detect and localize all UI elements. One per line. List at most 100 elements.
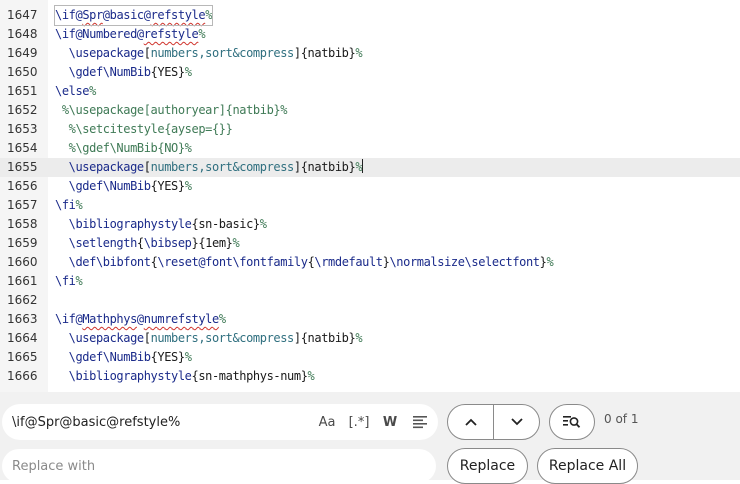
line-number: 1664 — [7, 331, 38, 345]
code-token: {YES} — [150, 179, 186, 193]
selection-lines-icon — [413, 416, 427, 429]
line-number: 1657 — [7, 198, 38, 212]
line-number: 1665 — [7, 350, 38, 364]
code-token: \NumBib — [102, 179, 151, 193]
code-token: \gdef — [68, 179, 104, 193]
code-token: \if@ — [55, 8, 83, 22]
code-token: %\usepackage[authoryear]{natbib}% — [55, 103, 288, 117]
code-line[interactable]: 1651 \else% — [0, 82, 740, 101]
replace-all-button[interactable]: Replace All — [537, 448, 638, 484]
code-token: [ — [143, 46, 151, 60]
search-all-button[interactable] — [549, 404, 595, 440]
code-token: \rmdefault — [314, 255, 383, 269]
code-token: % — [355, 331, 363, 345]
line-number: 1647 — [7, 8, 38, 22]
code-token: \selectfont — [464, 255, 540, 269]
code-token: \else — [55, 84, 90, 98]
code-token: \if@Numbered@ — [55, 27, 144, 41]
line-number: 1663 — [7, 312, 38, 326]
line-number: 1661 — [7, 274, 38, 288]
replace-input[interactable] — [12, 449, 412, 483]
code-token: }{1em} — [191, 236, 233, 250]
code-token: {YES} — [150, 350, 186, 364]
code-token: \gdef — [68, 65, 104, 79]
replace-input-container — [2, 449, 436, 483]
code-token: @ — [136, 312, 144, 326]
code-line[interactable]: 1664 \usepackage[numbers,sort&compress]{… — [0, 329, 740, 348]
replace-button[interactable]: Replace — [447, 448, 528, 484]
whole-word-toggle[interactable]: W — [378, 410, 402, 434]
code-token: \fi — [55, 274, 76, 288]
code-token: % — [184, 65, 192, 79]
code-text: \usepackage[numbers,sort&compress]{natbi… — [55, 329, 363, 348]
code-line[interactable]: 1666 \bibliographystyle{sn-mathphys-num}… — [0, 367, 740, 386]
code-text: \gdef\NumBib{YES}% — [55, 348, 192, 367]
code-line[interactable]: 1650 \gdef\NumBib{YES}% — [0, 63, 740, 82]
code-line[interactable]: 1652 %\usepackage[authoryear]{natbib}% — [0, 101, 740, 120]
match-case-toggle[interactable]: Aa — [314, 410, 340, 434]
code-token: [ — [143, 331, 151, 345]
code-line[interactable]: 1659 \setlength{\bibsep}{1em}% — [0, 234, 740, 253]
code-token: % — [546, 255, 554, 269]
code-token: \normalsize — [389, 255, 465, 269]
code-token: ]{natbib} — [293, 160, 356, 174]
code-token: numbers,sort&compress — [150, 331, 295, 345]
code-line[interactable]: 1654 %\gdef\NumBib{NO}% — [0, 139, 740, 158]
code-text: \fi% — [55, 272, 83, 291]
code-token: {YES} — [150, 65, 186, 79]
code-text: \if@Mathphys@numrefstyle% — [55, 310, 226, 329]
code-token: \setlength — [68, 236, 138, 250]
code-text: \usepackage[numbers,sort&compress]{natbi… — [55, 158, 364, 177]
code-line[interactable]: 1663 \if@Mathphys@numrefstyle% — [0, 310, 740, 329]
code-line[interactable]: 1653 %\setcitestyle{aysep={}} — [0, 120, 740, 139]
code-token: \def — [68, 255, 97, 269]
code-token: %\setcitestyle{aysep={}} — [55, 122, 233, 136]
code-line[interactable]: 1656 \gdef\NumBib{YES}% — [0, 177, 740, 196]
find-navigation-group — [447, 404, 540, 440]
code-text: \def\bibfont{\reset@font\fontfamily{\rmd… — [55, 253, 554, 272]
code-token: \fi — [55, 198, 76, 212]
code-line[interactable]: 1648 \if@Numbered@refstyle% — [0, 25, 740, 44]
code-token: % — [355, 160, 363, 174]
code-line[interactable]: 1661 \fi% — [0, 272, 740, 291]
code-line[interactable]: 1658 \bibliographystyle{sn-basic}% — [0, 215, 740, 234]
code-text: \if@Numbered@refstyle% — [55, 25, 206, 44]
code-token: {sn-mathphys-num} — [191, 369, 308, 383]
find-input[interactable] — [12, 404, 302, 440]
code-line[interactable]: 1649 \usepackage[numbers,sort&compress]{… — [0, 44, 740, 63]
code-line[interactable]: 1660 \def\bibfont{\reset@font\fontfamily… — [0, 253, 740, 272]
code-token: \usepackage — [68, 46, 144, 60]
code-token: % — [184, 179, 192, 193]
line-number: 1652 — [7, 103, 38, 117]
code-line[interactable]: 1655 \usepackage[numbers,sort&compress]{… — [0, 158, 740, 177]
match-count: 0 of 1 — [604, 412, 639, 426]
search-lines-icon — [563, 416, 581, 428]
code-line[interactable]: 1662 — [0, 291, 740, 310]
code-token: @basic@ — [102, 8, 151, 22]
next-match-button[interactable] — [494, 405, 539, 439]
code-token: numbers,sort&compress — [150, 46, 295, 60]
code-token: { — [136, 236, 144, 250]
code-text: \setlength{\bibsep}{1em}% — [55, 234, 240, 253]
code-line[interactable]: 1647 \if@Spr@basic@refstyle% — [0, 5, 740, 26]
code-token: % — [75, 274, 83, 288]
code-editor[interactable]: 1647 \if@Spr@basic@refstyle% 1648 \if@Numbe… — [0, 0, 740, 392]
chevron-up-icon — [464, 418, 477, 426]
previous-match-button[interactable] — [448, 405, 493, 439]
search-in-selection-toggle[interactable] — [408, 410, 432, 434]
code-token: [ — [143, 160, 151, 174]
code-line[interactable]: 1657 \fi% — [0, 196, 740, 215]
line-number: 1653 — [7, 122, 38, 136]
spellcheck-token: refstyle — [150, 8, 206, 22]
code-token: % — [218, 312, 226, 326]
regex-toggle[interactable]: [.*] — [344, 410, 374, 434]
code-line[interactable]: 1665 \gdef\NumBib{YES}% — [0, 348, 740, 367]
line-number: 1654 — [7, 141, 38, 155]
